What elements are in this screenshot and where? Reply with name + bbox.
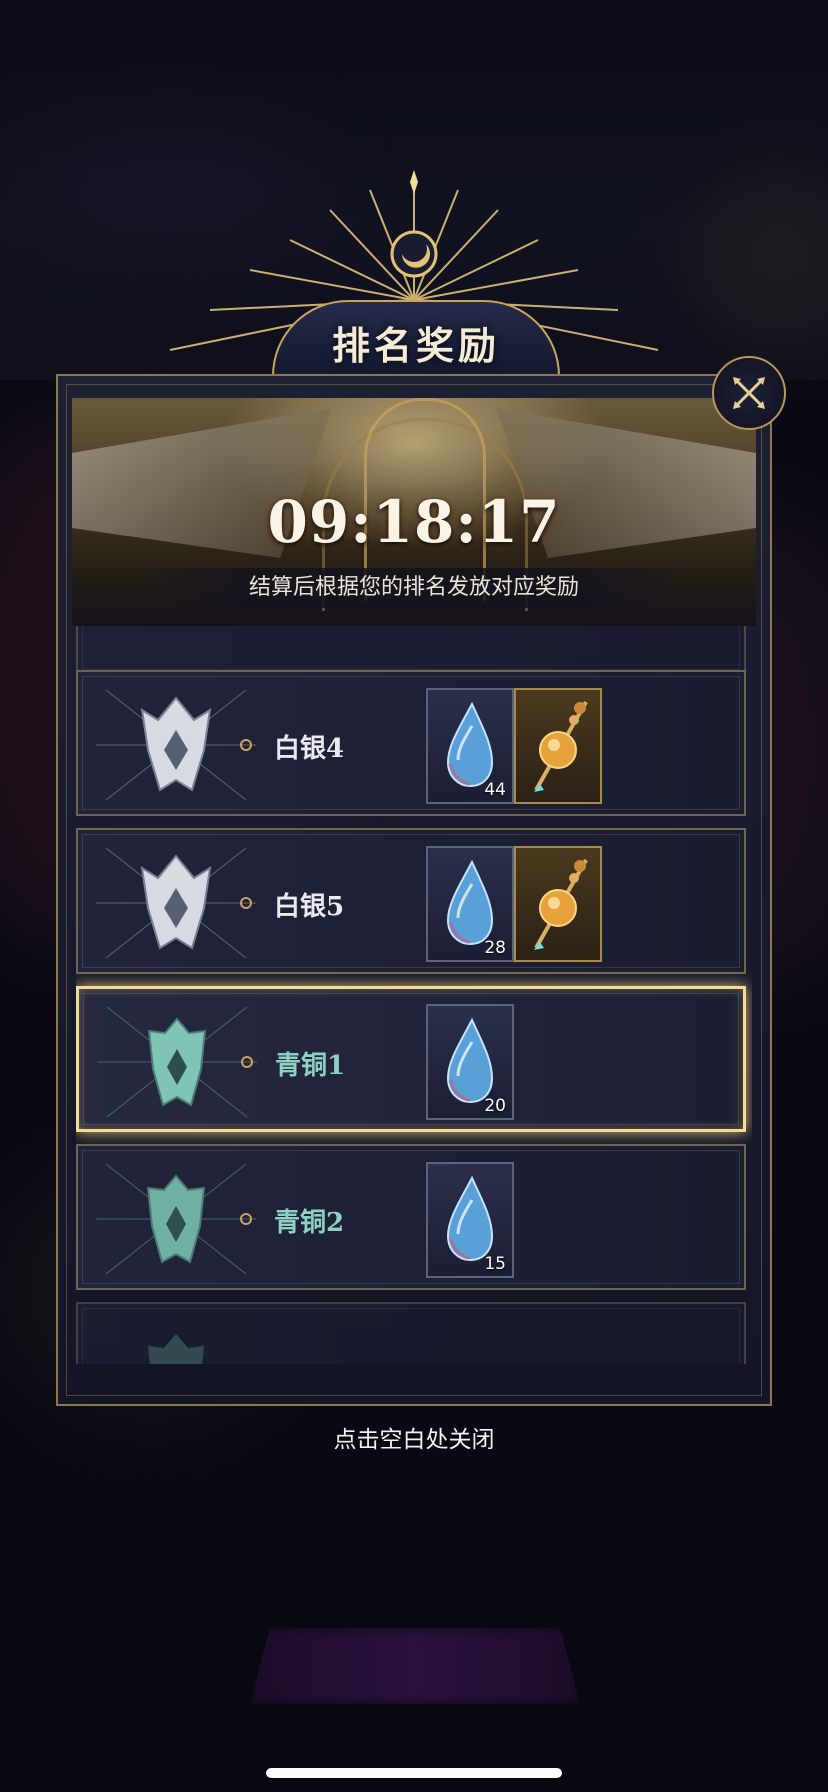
- rank-name: 白银4: [274, 734, 345, 764]
- bronze-rank-emblem-icon: [96, 1163, 256, 1275]
- reward-description: 结算后根据您的排名发放对应奖励: [140, 568, 688, 608]
- rank-name: 白银5: [274, 892, 345, 922]
- countdown-timer: 09:18:17: [267, 488, 561, 556]
- title-plate: 排名奖励: [272, 300, 560, 376]
- reward-item[interactable]: 28: [426, 846, 514, 962]
- home-indicator[interactable]: [266, 1768, 562, 1778]
- rank-row[interactable]: 白银5 28: [76, 828, 746, 974]
- rank-name: 青铜2: [274, 1208, 345, 1238]
- page-title: 排名奖励: [331, 323, 500, 368]
- rank-row-current[interactable]: 青铜1 20: [76, 986, 746, 1132]
- list-item-partial-top: [76, 626, 746, 676]
- close-button[interactable]: [712, 356, 786, 430]
- golden-potion-icon: [534, 701, 588, 792]
- reward-item[interactable]: 15: [426, 1162, 514, 1278]
- silver-rank-emblem-icon: [96, 689, 256, 801]
- golden-potion-icon: [534, 859, 588, 950]
- close-icon: [733, 377, 765, 409]
- bronze-rank-emblem-icon: [148, 1334, 204, 1364]
- list-item-partial-bottom: [76, 1302, 746, 1364]
- rank-row[interactable]: 白银4 44: [76, 670, 746, 816]
- item-quantity: 15: [484, 1254, 506, 1274]
- silver-rank-emblem-icon: [96, 847, 256, 959]
- reward-item[interactable]: [514, 688, 602, 804]
- item-quantity: 28: [484, 938, 506, 958]
- rank-row[interactable]: 青铜2 15: [76, 1144, 746, 1290]
- rank-name: 青铜1: [275, 1051, 346, 1081]
- reward-item[interactable]: 20: [426, 1004, 514, 1120]
- bronze-rank-emblem-icon: [97, 1006, 257, 1118]
- item-quantity: 20: [484, 1096, 506, 1116]
- rank-reward-list[interactable]: 白银4 44 白银5 28 青铜1 20 青铜2 15: [76, 626, 752, 1364]
- reward-item[interactable]: [514, 846, 602, 962]
- reward-item[interactable]: 44: [426, 688, 514, 804]
- tap-to-close-hint[interactable]: 点击空白处关闭: [0, 1420, 828, 1454]
- item-quantity: 44: [484, 780, 506, 800]
